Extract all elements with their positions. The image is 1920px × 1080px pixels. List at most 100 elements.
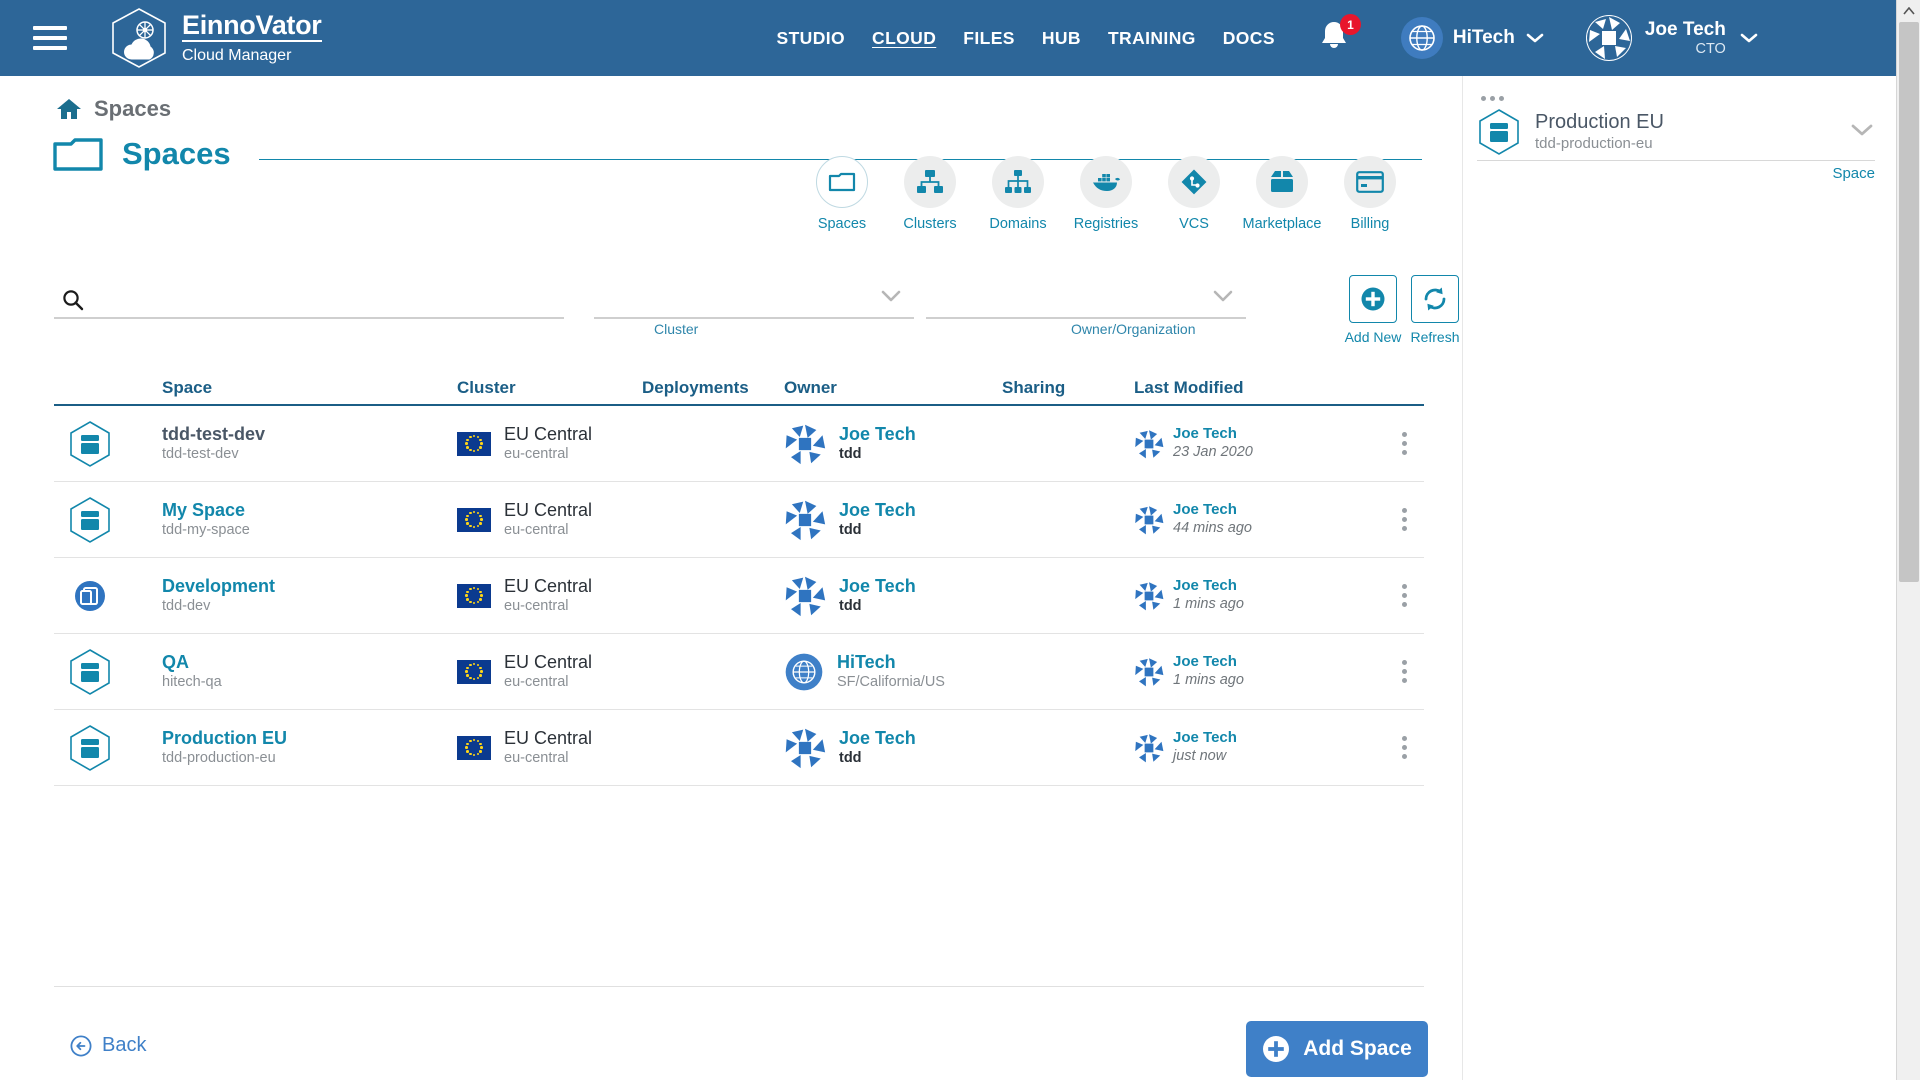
owner-cell[interactable]: Joe Tech tdd	[784, 575, 1002, 617]
nav-link-hub[interactable]: HUB	[1042, 28, 1081, 49]
space-name[interactable]: tdd-test-dev	[162, 423, 265, 446]
owner-cell[interactable]: Joe Tech tdd	[784, 423, 1002, 465]
toolbar-item-marketplace[interactable]: Marketplace	[1243, 156, 1322, 232]
eu-flag-icon	[457, 431, 491, 456]
space-name-cell[interactable]: tdd-test-dev tdd-test-dev	[162, 423, 457, 464]
kebab-menu-icon[interactable]	[1364, 508, 1424, 531]
space-name-cell[interactable]: My Space tdd-my-space	[162, 499, 457, 540]
column-header-cluster: Cluster	[457, 378, 516, 397]
kebab-menu-icon[interactable]	[1364, 736, 1424, 759]
chevron-down-icon	[1212, 289, 1234, 308]
table-row[interactable]: Development tdd-dev EU Central eu-central Jo…	[54, 558, 1424, 634]
space-name[interactable]: My Space	[162, 499, 250, 522]
toolbar-item-spaces[interactable]: Spaces	[816, 156, 868, 232]
chevron-down-icon[interactable]	[1849, 122, 1875, 143]
cluster-id: eu-central	[504, 674, 569, 691]
git-branch-icon	[1168, 156, 1220, 208]
column-header-owner: Owner	[784, 378, 837, 397]
toolbar-item-billing[interactable]: Billing	[1344, 156, 1396, 232]
owner-name[interactable]: Joe Tech	[839, 727, 916, 750]
user-menu[interactable]: Joe Tech CTO	[1585, 14, 1760, 62]
space-name[interactable]: Development	[162, 575, 275, 598]
notifications-button[interactable]: 1	[1317, 14, 1361, 58]
nav-link-training[interactable]: TRAINING	[1108, 28, 1196, 49]
kebab-menu-icon[interactable]	[1364, 432, 1424, 455]
space-id: tdd-my-space	[162, 522, 250, 539]
owner-cell[interactable]: Joe Tech tdd	[784, 499, 1002, 541]
nav-link-studio[interactable]: STUDIO	[777, 28, 846, 49]
box-open-icon	[1256, 156, 1308, 208]
last-modified-cell: Joe Tech 23 Jan 2020	[1134, 425, 1364, 463]
modified-when: 1 mins ago	[1173, 672, 1244, 689]
back-button[interactable]: Back	[70, 1034, 146, 1057]
add-new-button[interactable]: Add New	[1345, 275, 1401, 345]
cluster-cell: EU Central eu-central	[457, 727, 642, 768]
table-row[interactable]: Production EU tdd-production-eu EU Central…	[54, 710, 1424, 786]
owner-org: tdd	[839, 446, 862, 463]
space-name[interactable]: Production EU	[162, 727, 287, 750]
organization-selector[interactable]: HiTech	[1400, 17, 1545, 59]
toolbar-item-registries[interactable]: Registries	[1074, 156, 1138, 232]
folder-icon	[53, 138, 103, 171]
space-name-cell[interactable]: Production EU tdd-production-eu	[162, 727, 457, 768]
search-underline	[54, 317, 564, 319]
owner-cell[interactable]: Joe Tech tdd	[784, 727, 1002, 769]
modified-when: 23 Jan 2020	[1173, 444, 1253, 461]
space-stack-circle-icon	[68, 572, 112, 620]
add-space-label: Add Space	[1303, 1037, 1412, 1060]
add-space-button[interactable]: Add Space	[1246, 1021, 1428, 1077]
credit-card-icon	[1344, 156, 1396, 208]
user-avatar-icon	[1134, 429, 1164, 459]
docker-whale-icon	[1080, 156, 1132, 208]
table-row[interactable]: My Space tdd-my-space EU Central eu-central…	[54, 482, 1424, 558]
nav-link-files[interactable]: FILES	[963, 28, 1015, 49]
search-input[interactable]	[92, 287, 552, 307]
space-name-cell[interactable]: Development tdd-dev	[162, 575, 457, 616]
kebab-horizontal-icon[interactable]	[1481, 96, 1504, 101]
toolbar-item-vcs[interactable]: VCS	[1168, 156, 1220, 232]
scrollbar-up-arrow[interactable]	[1897, 0, 1920, 22]
user-chevron-down-icon	[1740, 33, 1758, 43]
add-new-label: Add New	[1344, 329, 1402, 345]
nav-link-cloud[interactable]: CLOUD	[872, 28, 936, 49]
space-id: hitech-qa	[162, 674, 222, 691]
cluster-id: eu-central	[504, 598, 569, 615]
hamburger-menu-icon[interactable]	[12, 26, 88, 50]
kebab-menu-icon[interactable]	[1364, 584, 1424, 607]
globe-icon	[784, 652, 824, 692]
brand-subtitle: Cloud Manager	[182, 47, 292, 65]
last-modified-cell: Joe Tech 44 mins ago	[1134, 501, 1364, 539]
toolbar-item-clusters[interactable]: Clusters	[903, 156, 957, 232]
selected-space-card[interactable]: Production EU tdd-production-eu Space	[1477, 108, 1875, 182]
toolbar-label-spaces: Spaces	[817, 216, 867, 232]
owner-cell[interactable]: HiTech SF/California/US	[784, 651, 1002, 692]
scrollbar-thumb[interactable]	[1899, 22, 1919, 582]
toolbar-item-domains[interactable]: Domains	[989, 156, 1047, 232]
owner-name[interactable]: Joe Tech	[839, 499, 916, 522]
last-modified-cell: Joe Tech just now	[1134, 729, 1364, 767]
owner-name[interactable]: HiTech	[837, 651, 945, 674]
kebab-menu-icon[interactable]	[1364, 660, 1424, 683]
cluster-filter-label: Cluster	[654, 321, 699, 337]
brand-logo[interactable]: EinnoVator Cloud Manager	[110, 7, 322, 69]
space-type-icon-cell	[54, 496, 162, 544]
owner-name[interactable]: Joe Tech	[839, 423, 916, 446]
cluster-cell: EU Central eu-central	[457, 499, 642, 540]
table-row[interactable]: tdd-test-dev tdd-test-dev EU Central eu-cen…	[54, 406, 1424, 482]
nav-link-docs[interactable]: DOCS	[1223, 28, 1275, 49]
table-row[interactable]: QA hitech-qa EU Central eu-central HiTech SF/…	[54, 634, 1424, 710]
selected-space-underline	[1477, 160, 1875, 161]
space-name-cell[interactable]: QA hitech-qa	[162, 651, 457, 692]
globe-icon	[1400, 17, 1443, 59]
breadcrumb[interactable]: Spaces	[56, 96, 171, 122]
user-role: CTO	[1695, 40, 1726, 57]
cluster-filter-underline	[594, 317, 914, 319]
owner-name[interactable]: Joe Tech	[839, 575, 916, 598]
space-name[interactable]: QA	[162, 651, 222, 674]
modified-by: Joe Tech	[1173, 728, 1237, 746]
window-scrollbar[interactable]	[1896, 0, 1920, 1080]
space-hexagon-icon	[68, 648, 112, 696]
refresh-button[interactable]: Refresh	[1410, 275, 1460, 345]
cluster-id: eu-central	[504, 446, 569, 463]
notification-badge: 1	[1339, 14, 1361, 35]
